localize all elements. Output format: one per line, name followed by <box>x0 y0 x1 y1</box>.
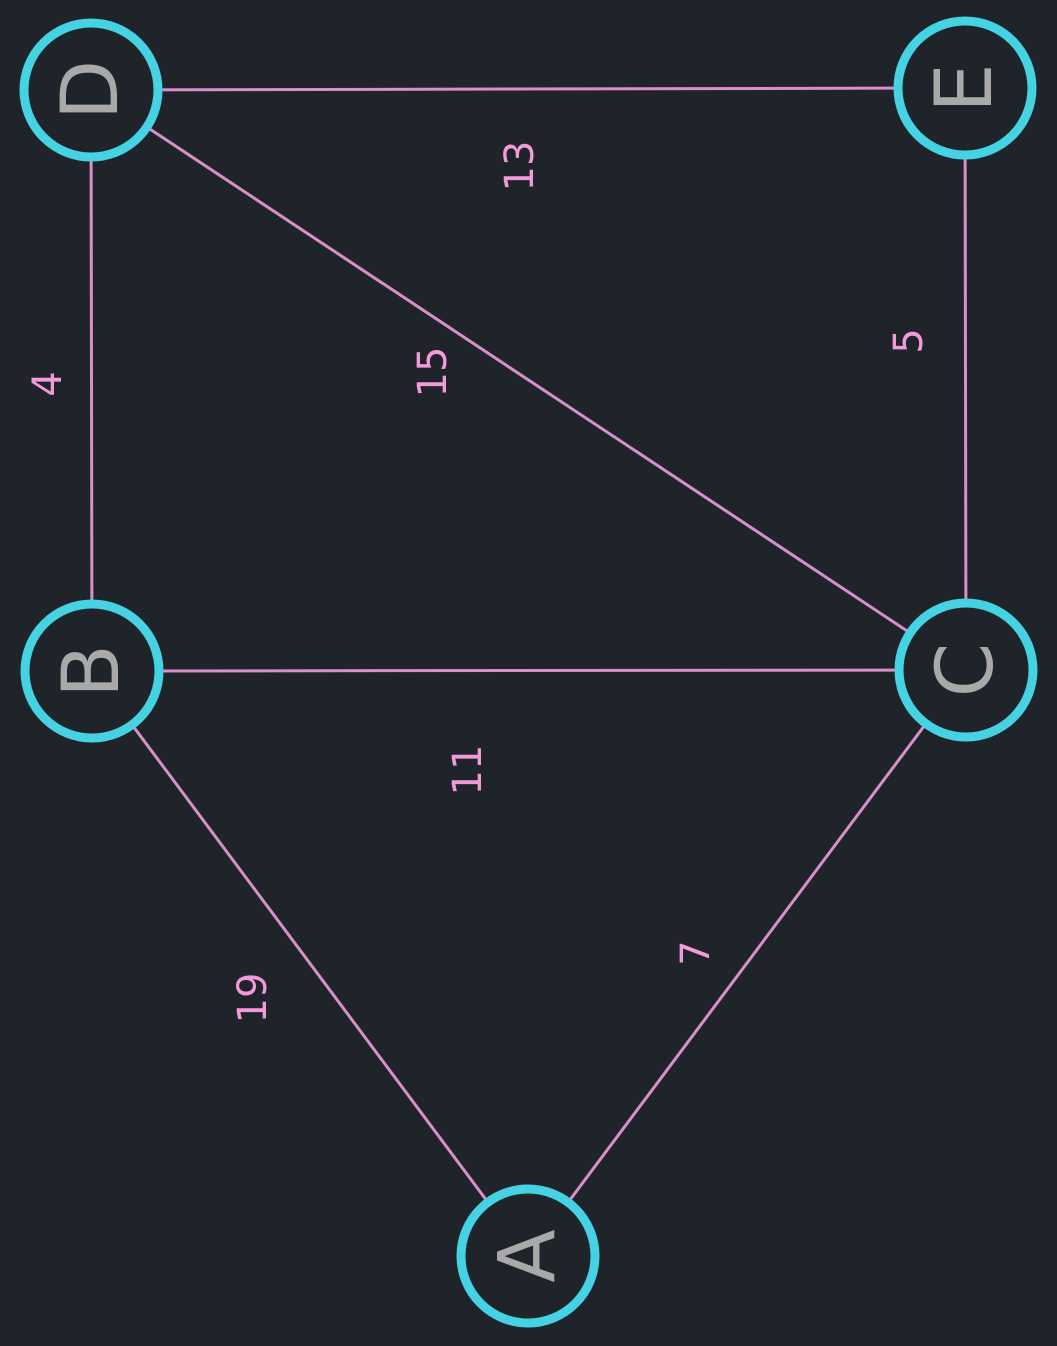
node-a: A <box>456 1184 600 1328</box>
edge-b-c <box>90 668 968 673</box>
weight-label-b-d: 4 <box>25 371 71 396</box>
edges-layer <box>89 86 968 1258</box>
node-c: C <box>894 598 1038 742</box>
node-b: B <box>20 599 164 743</box>
weight-label-c-d: 15 <box>410 347 456 398</box>
weight-label-d-e: 13 <box>497 141 543 192</box>
node-label-a: A <box>483 1229 573 1282</box>
weights-layer: 19 7 11 4 15 5 13 <box>25 141 932 1024</box>
weight-label-b-c: 11 <box>445 745 491 796</box>
weight-label-a-b: 19 <box>230 973 276 1024</box>
weight-label-a-c: 7 <box>673 940 719 965</box>
node-label-b: B <box>47 644 137 698</box>
edge-a-c <box>526 668 968 1258</box>
node-label-e: E <box>920 63 1010 112</box>
node-label-c: C <box>921 643 1011 697</box>
node-d: D <box>19 18 163 162</box>
edge-c-e <box>963 86 968 672</box>
graph-canvas: 19 7 11 4 15 5 13 A B C D E <box>19 16 1038 1328</box>
weight-label-c-e: 5 <box>886 328 932 353</box>
edge-b-d <box>89 88 94 673</box>
edge-d-e <box>89 86 967 92</box>
node-label-d: D <box>46 60 136 120</box>
node-e: E <box>893 16 1037 160</box>
